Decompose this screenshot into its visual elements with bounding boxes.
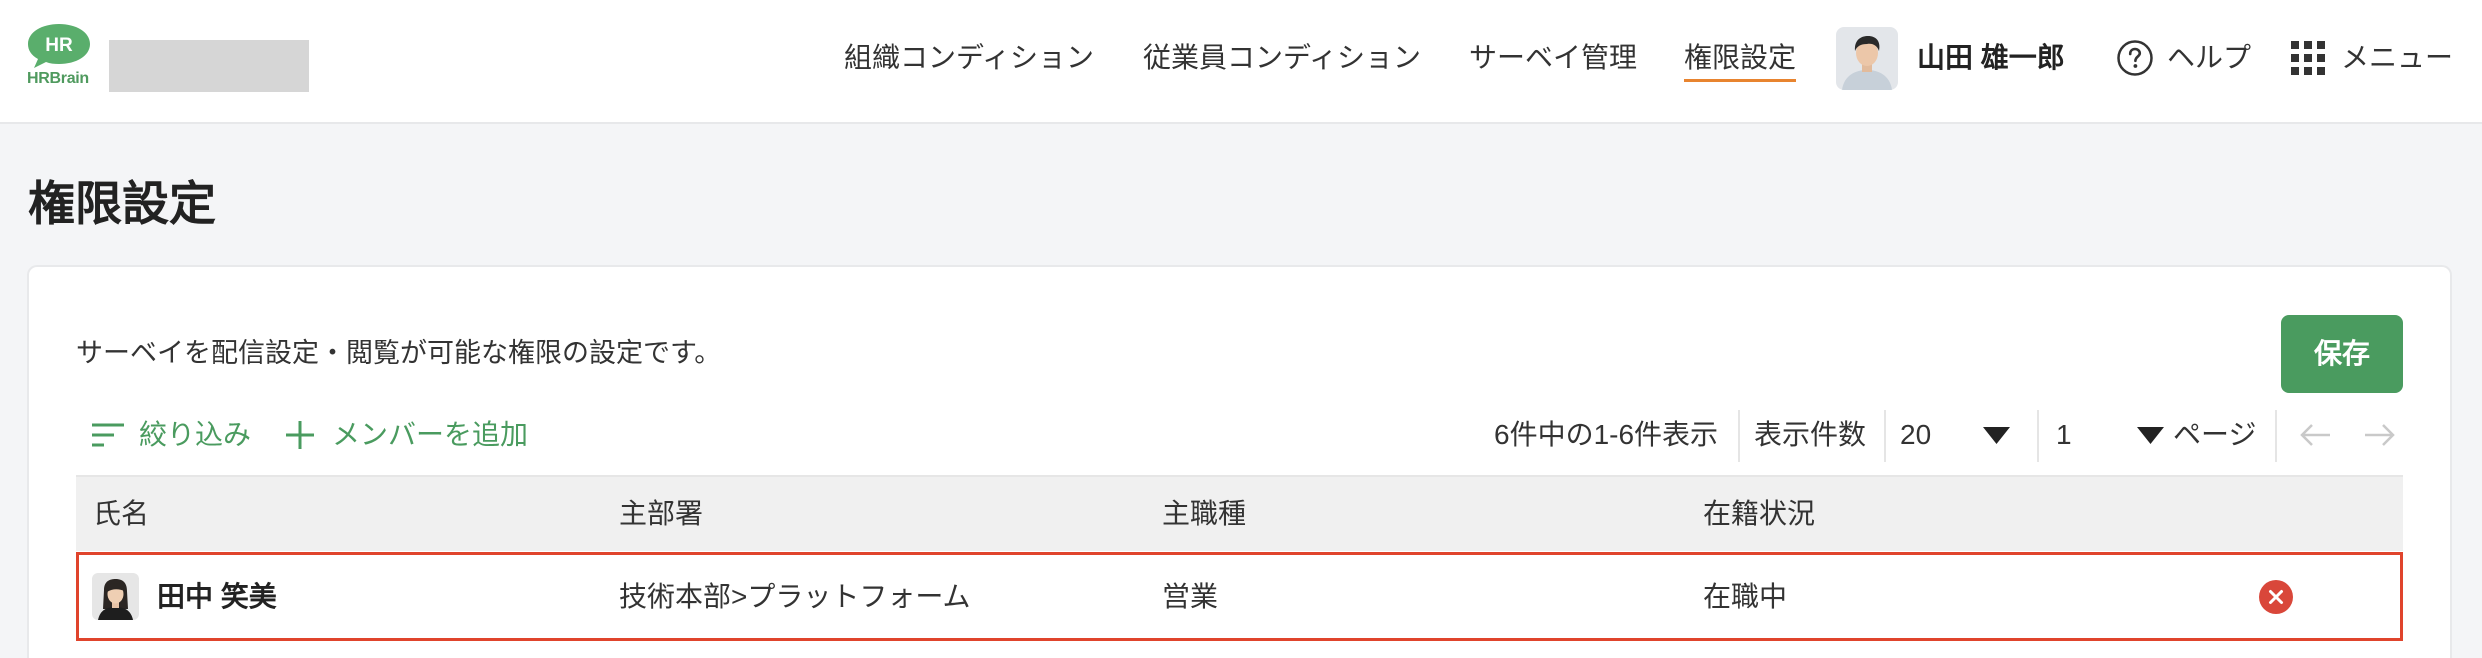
arrow-right-icon: [2365, 424, 2395, 446]
logo-wordmark: HRBrain: [27, 70, 89, 87]
company-name-placeholder: [109, 40, 309, 92]
member-job-type: 営業: [1162, 581, 1219, 612]
hrbrain-logo[interactable]: HR HRBrain: [26, 22, 96, 92]
chevron-down-icon: [1983, 427, 2010, 444]
member-name: 田中 笑美: [157, 581, 277, 612]
logo-bubble-text: HR: [45, 35, 73, 56]
column-header-job-type: 主職種: [1162, 498, 1247, 529]
filter-label[interactable]: 絞り込み: [139, 415, 251, 455]
plus-icon: [286, 421, 314, 449]
pagination-divider: [1738, 410, 1740, 462]
add-member-plus[interactable]: [285, 420, 315, 450]
help-circle-icon: [2117, 40, 2153, 76]
nav-employee-condition[interactable]: 従業員コンディション: [1143, 39, 1421, 77]
page-suffix-label: ページ: [2173, 419, 2257, 450]
arrow-left-icon: [2300, 424, 2330, 446]
member-avatar: [92, 573, 139, 620]
add-member-button[interactable]: メンバーを追加: [332, 415, 528, 455]
user-name[interactable]: 山田 雄一郎: [1917, 39, 2065, 77]
remove-circle-icon: [2259, 580, 2293, 614]
per-page-value: 20: [1900, 419, 1932, 450]
person-avatar-icon: [92, 573, 139, 620]
per-page-label: 表示件数: [1754, 419, 1867, 450]
chevron-down-icon: [2137, 427, 2164, 444]
nav-organization-condition[interactable]: 組織コンディション: [844, 39, 1094, 77]
menu-label: メニュー: [2341, 42, 2454, 73]
prev-page-button[interactable]: [2300, 423, 2332, 447]
member-department: 技術本部>プラットフォーム: [619, 581, 971, 612]
column-header-status: 在籍状況: [1703, 498, 1816, 529]
user-avatar[interactable]: [1836, 27, 1898, 90]
member-status: 在職中: [1703, 581, 1788, 612]
pagination-summary: 6件中の1-6件表示: [1494, 419, 1719, 450]
members-table: 氏名 主部署 主職種 在籍状況 田中 笑美 技術本部>プラットフォーム 営業 在…: [76, 475, 2403, 643]
nav-survey-management[interactable]: サーベイ管理: [1469, 39, 1637, 77]
save-button[interactable]: 保存: [2281, 315, 2403, 393]
remove-member-button[interactable]: [2259, 580, 2293, 614]
table-header: 氏名 主部署 主職種 在籍状況: [76, 475, 2403, 551]
person-avatar-icon: [1836, 27, 1898, 90]
pagination-divider: [1884, 410, 1886, 462]
column-header-name: 氏名: [93, 498, 150, 529]
per-page-select[interactable]: 20: [1900, 415, 2013, 455]
filter-icon: [92, 423, 124, 447]
help-button[interactable]: ヘルプ: [2116, 38, 2251, 78]
page-description: サーベイを配信設定・閲覧が可能な権限の設定です。: [76, 338, 722, 368]
permissions-card: サーベイを配信設定・閲覧が可能な権限の設定です。 保存 絞り込み メンバーを追加…: [27, 265, 2452, 658]
page-value: 1: [2056, 419, 2072, 450]
next-page-button[interactable]: [2363, 423, 2395, 447]
menu-button[interactable]: メニュー: [2291, 38, 2453, 78]
top-header: HR HRBrain 組織コンディション 従業員コンディション サーベイ管理 権…: [0, 0, 2482, 124]
help-label: ヘルプ: [2167, 42, 2252, 73]
logo-bubble-icon: HR: [28, 24, 90, 68]
nav-permission-settings[interactable]: 権限設定: [1684, 39, 1797, 82]
page-title: 権限設定: [28, 177, 216, 230]
column-header-department: 主部署: [619, 498, 704, 529]
pagination-divider: [2037, 410, 2039, 462]
pagination-divider: [2275, 410, 2277, 462]
grid-menu-icon: [2291, 41, 2325, 75]
table-row[interactable]: 田中 笑美 技術本部>プラットフォーム 営業 在職中: [76, 552, 2403, 641]
page-select[interactable]: 1: [2056, 415, 2164, 455]
filter-button[interactable]: [92, 422, 124, 448]
